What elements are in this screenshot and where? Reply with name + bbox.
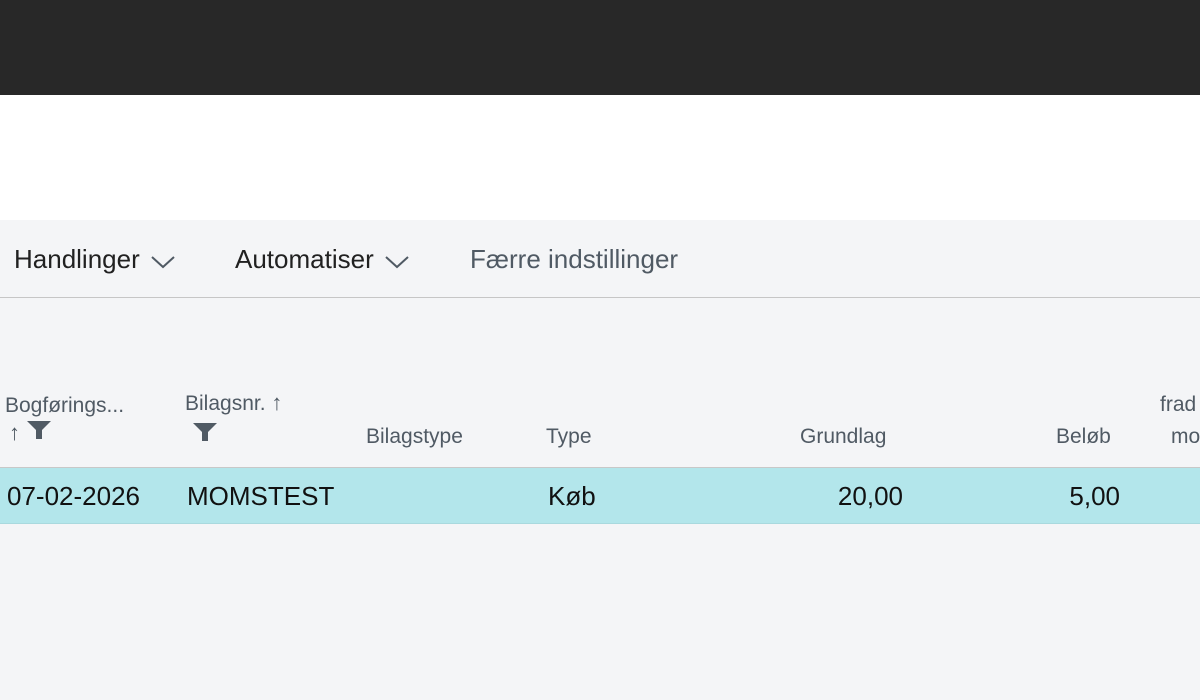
- actions-menu-label: Handlinger: [14, 244, 140, 274]
- fewer-options-button[interactable]: Færre indstillinger: [470, 244, 678, 275]
- column-header-amount[interactable]: Beløb: [1056, 425, 1111, 449]
- column-header-label: Bilagstype: [366, 425, 463, 448]
- column-header-type[interactable]: Type: [546, 425, 592, 449]
- column-header-label: Grundlag: [800, 425, 887, 448]
- page-header-area: [0, 95, 1200, 220]
- filter-icon: [193, 423, 217, 441]
- document-no-indicators: [192, 422, 218, 448]
- filter-icon: [26, 421, 51, 439]
- column-header-label: Bilagsnr.: [185, 392, 266, 415]
- chevron-down-icon: [151, 255, 175, 268]
- cell-document-no[interactable]: MOMSTEST: [187, 481, 334, 512]
- cell-type: Køb: [548, 481, 596, 511]
- column-header-label: Beløb: [1056, 425, 1111, 448]
- table-row[interactable]: 07-02-2026 MOMSTEST Køb 20,00 5,00: [0, 468, 1200, 524]
- fewer-options-label: Færre indstillinger: [470, 244, 679, 274]
- column-header-deductible-second-line: mo: [1171, 425, 1200, 449]
- sort-ascending-icon: ↑: [271, 390, 283, 415]
- column-header-document-no[interactable]: Bilagsnr. ↑: [185, 390, 282, 416]
- list-page-content: Handlinger Automatiser Færre indstilling…: [0, 220, 1200, 700]
- column-header-deductible[interactable]: frad: [1160, 393, 1196, 417]
- sort-ascending-icon: ↑: [9, 420, 20, 445]
- column-header-posting-date[interactable]: Bogførings...: [5, 394, 124, 418]
- column-header-base[interactable]: Grundlag: [800, 425, 886, 449]
- column-header-label: mo: [1171, 425, 1200, 448]
- column-header-document-type[interactable]: Bilagstype: [366, 425, 463, 449]
- column-header-label: frad: [1160, 393, 1197, 416]
- cell-base: 20,00: [837, 481, 903, 511]
- cell-posting-date: 07-02-2026: [7, 481, 140, 511]
- action-bar: Handlinger Automatiser Færre indstilling…: [0, 220, 1200, 298]
- posting-date-indicators: ↑: [9, 420, 52, 446]
- automate-menu-label: Automatiser: [235, 244, 374, 274]
- app-top-bar: [0, 0, 1200, 95]
- automate-menu-button[interactable]: Automatiser: [235, 244, 410, 275]
- chevron-down-icon: [385, 255, 409, 268]
- column-header-label: Bogførings...: [5, 394, 125, 417]
- grid-header: Bogførings... ↑ Bilagsnr. ↑ Bilagstype T…: [0, 380, 1200, 468]
- column-header-label: Type: [546, 425, 592, 448]
- actions-menu-button[interactable]: Handlinger: [14, 244, 176, 275]
- cell-amount: 5,00: [1069, 481, 1120, 511]
